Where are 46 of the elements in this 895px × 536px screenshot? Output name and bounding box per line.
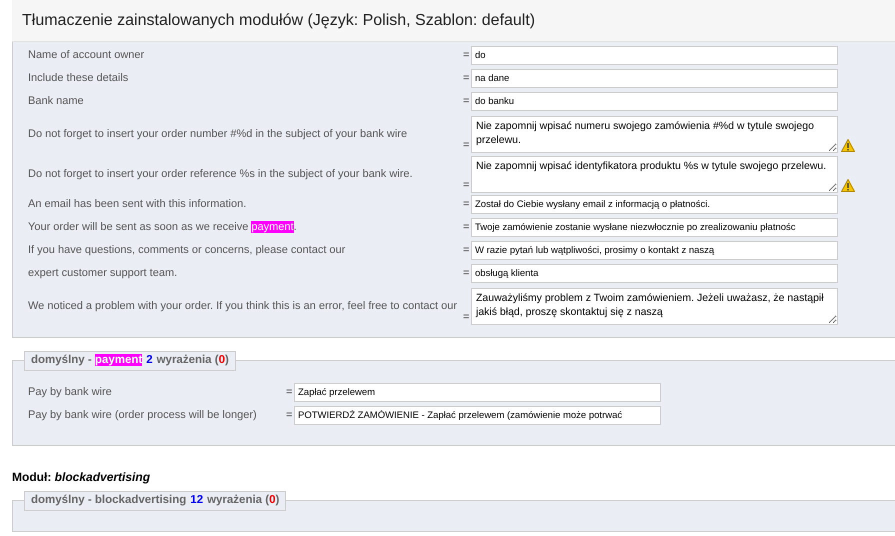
equals-sign: = (463, 220, 470, 236)
phrase-label: expert customer support team. (28, 266, 178, 281)
translation-textarea[interactable]: Nie zapomnij wpisać numeru swojego zamówienia #%d w tytule swojego przelewu. (471, 116, 838, 153)
module-heading: Moduł: blockadvertising (12, 470, 150, 484)
group-title: domyślny - blockadvertising (31, 493, 186, 508)
translation-input[interactable]: Twoje zamówienie zostanie wysłane niezwłocznie po zrealizowaniu płatnośc (471, 218, 838, 237)
phrase-label: An email has been sent with this information. (28, 197, 246, 212)
phrase-label: Do not forget to insert your order number #%d in the subject of your bank wire (28, 126, 408, 142)
phrase-label: Your order will be sent as soon as we receive payment. (28, 220, 297, 235)
phrase-label: Pay by bank wire (28, 385, 112, 400)
translation-input[interactable]: na dane (471, 69, 838, 88)
translation-input[interactable]: Zapłać przelewem (294, 383, 661, 402)
equals-sign: = (463, 138, 470, 152)
phrase-label: Include these details (28, 71, 128, 86)
equals-sign: = (463, 178, 470, 192)
phrase-count: 12 (190, 493, 204, 508)
translation-textarea[interactable]: Zauważyliśmy problem z Twoim zamówieniem. Jeżeli uważasz, że nastąpił jakiś błąd, proszę skontaktuj się z naszą (471, 288, 838, 325)
phrase-label: Do not forget to insert your order reference %s in the subject of your bank wire. (28, 166, 413, 182)
equals-sign: = (463, 266, 470, 282)
translation-input[interactable]: POTWIERDŹ ZAMÓWIENIE - Zapłać przelewem (zamówienie może potrwać (294, 406, 661, 425)
equals-sign: = (463, 197, 470, 212)
equals-sign: = (463, 48, 470, 64)
equals-sign: = (286, 408, 294, 424)
equals-sign: = (463, 310, 470, 324)
phrase-label: If you have questions, comments or concerns, please contact our (28, 243, 346, 258)
phrase-label: Pay by bank wire (order process will be longer) (28, 408, 257, 423)
missing-count: wyrażenia (0) (207, 493, 280, 508)
page-title: Tłumaczenie zainstalowanych modułów (Język: Polish, Szablon: default) (22, 10, 536, 30)
warning-icon (841, 179, 855, 192)
equals-sign: = (463, 94, 470, 110)
missing-count: wyrażenia (0) (156, 353, 229, 368)
translation-input[interactable]: Został do Ciebie wysłany email z informacją o płatności. (471, 195, 838, 214)
phrase-label: Name of account owner (28, 48, 144, 63)
phrase-label: Bank name (28, 94, 84, 109)
translation-input[interactable]: obsługą klienta (471, 264, 838, 283)
group-title: domyślny - payment (31, 353, 142, 368)
phrase-count: 2 (146, 353, 153, 368)
translation-input[interactable]: do (471, 46, 838, 65)
equals-sign: = (463, 243, 470, 258)
phrase-label: We noticed a problem with your order. If you think this is an error, feel free to contact our (28, 298, 458, 314)
translation-input[interactable]: do banku (471, 92, 838, 111)
translation-input[interactable]: W razie pytań lub wątpliwości, prosimy o kontakt z naszą (471, 241, 838, 260)
translation-textarea[interactable]: Nie zapomnij wpisać identyfikatora produktu %s w tytule swojego przelewu. (471, 156, 838, 193)
warning-icon (841, 139, 855, 152)
equals-sign: = (463, 71, 470, 86)
equals-sign: = (286, 385, 294, 400)
